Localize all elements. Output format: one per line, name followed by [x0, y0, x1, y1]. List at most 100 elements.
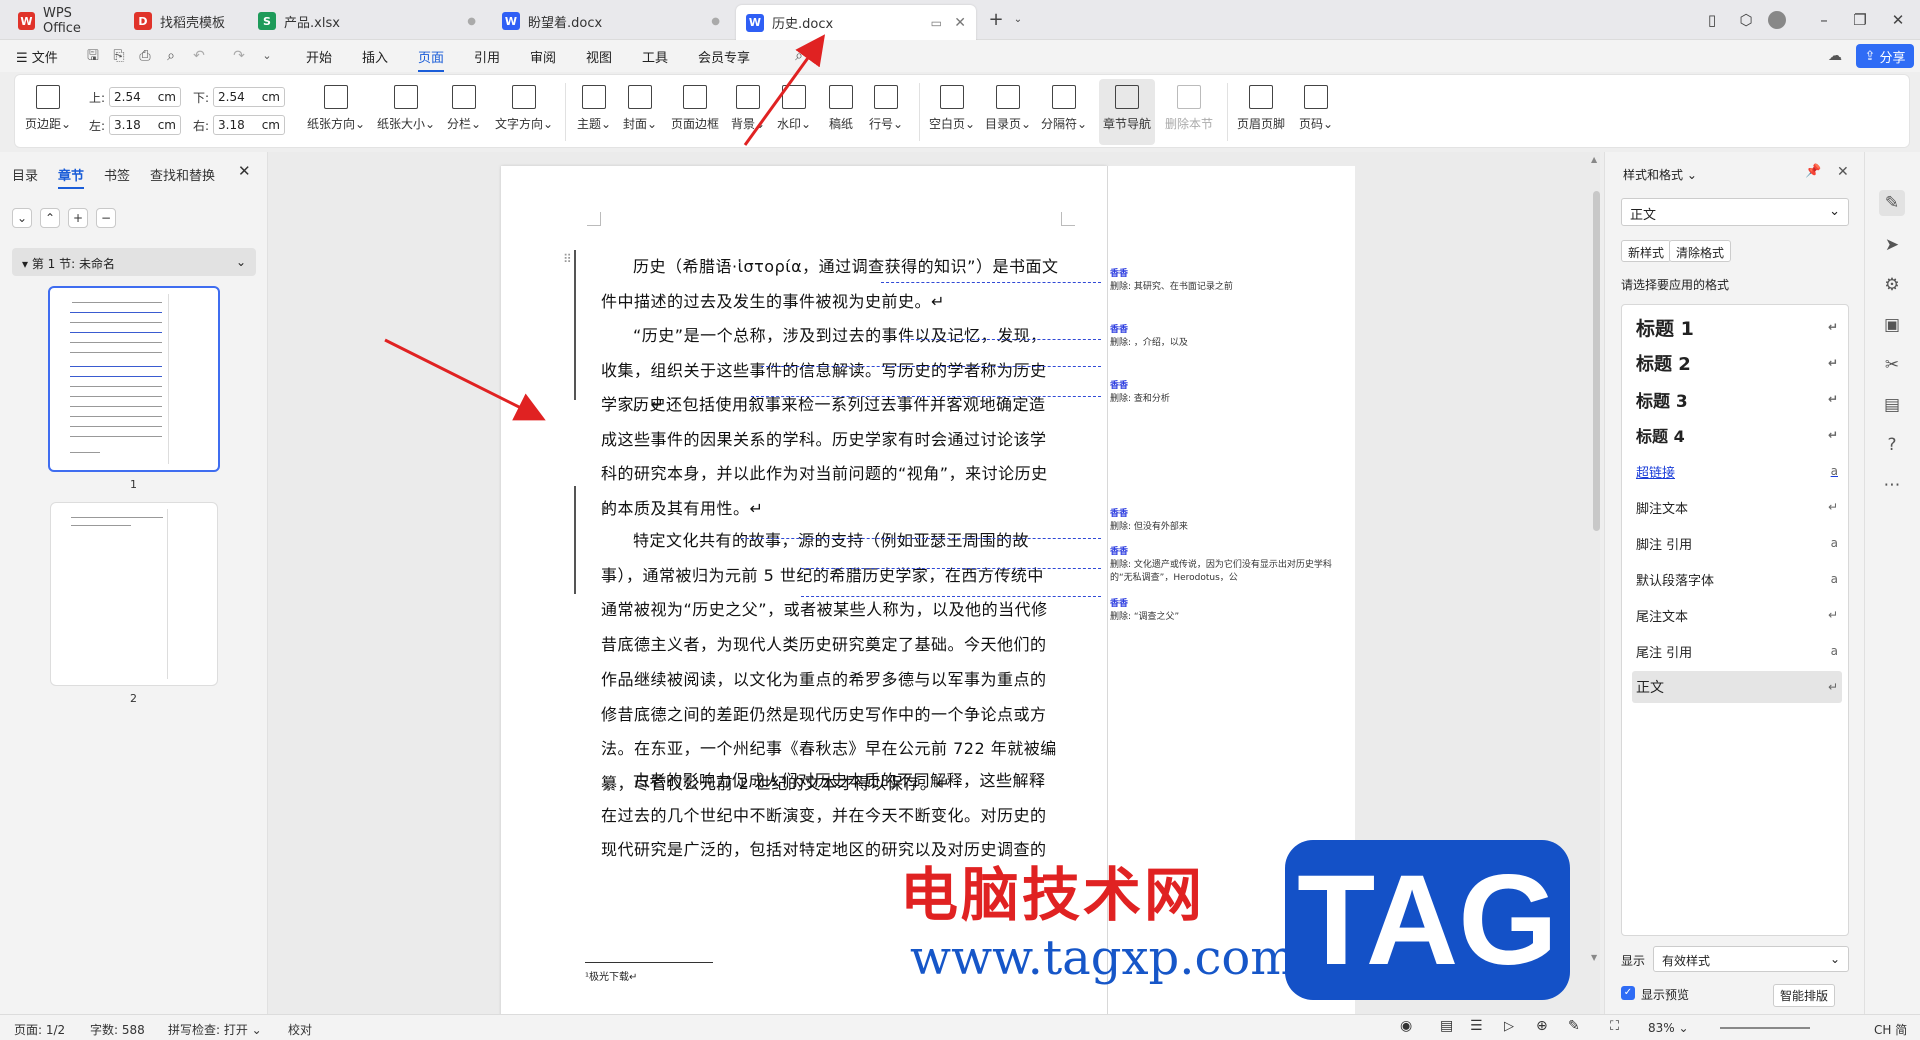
style-footnote-ref[interactable]: 脚注 引用 a [1632, 527, 1842, 559]
comment-balloon[interactable]: 香香 删除: 文化遗产或传说，因为它们没有显示出对历史学科的“无私调查”，Hero… [1110, 544, 1350, 583]
save-icon[interactable]: 🖫 [84, 47, 102, 65]
comment-balloon[interactable]: 香香 删除: 其研究、在书面记录之前 [1110, 266, 1350, 292]
tab-product-xlsx[interactable]: S 产品.xlsx ● [248, 5, 488, 37]
section-navigation-button[interactable]: 章节导航 [1099, 79, 1156, 145]
tab-wps-office[interactable]: W WPS Office [8, 5, 120, 37]
page-indicator[interactable]: 页面: 1/2 [14, 1021, 65, 1038]
print-preview-icon[interactable]: ⌕ [162, 47, 180, 65]
restore-icon[interactable]: ❐ [1850, 10, 1870, 30]
print-icon[interactable]: ⎙ [136, 47, 154, 65]
file-menu[interactable]: ☰ 文件 [16, 47, 58, 66]
menu-view[interactable]: 视图 [586, 47, 612, 66]
comment-balloon[interactable]: 香香 删除: “调查之父” [1110, 596, 1350, 622]
style-hyperlink[interactable]: 超链接 a [1632, 455, 1842, 487]
cloud-icon[interactable]: ☁ [1826, 47, 1844, 65]
minimize-icon[interactable]: – [1814, 10, 1834, 30]
zoom-level[interactable]: 83% ⌄ [1648, 1021, 1689, 1035]
move-up-button[interactable]: ⌃ [40, 208, 60, 228]
remove-section-button[interactable]: − [96, 208, 116, 228]
tab-panwangzhe-docx[interactable]: W 盼望着.docx ● [492, 5, 732, 37]
comment-balloon[interactable]: 香香 删除: 但没有外部来 [1110, 506, 1350, 532]
text-direction-button[interactable]: 文字方向⌄ [495, 85, 553, 132]
menu-start[interactable]: 开始 [306, 47, 332, 66]
section-item[interactable]: ▾ 第 1 节: 未命名 ⌄ [12, 248, 256, 276]
paragraph-1[interactable]: 历史（希腊语·ἱστορία，通过调查获得的知识”）是书面文件中描述的过去及发生… [601, 250, 1059, 319]
bottom-margin-input[interactable]: 2.54 cm [213, 87, 285, 107]
show-filter-select[interactable]: 有效样式 ⌄ [1653, 946, 1849, 972]
book-icon[interactable]: ▤ [1879, 392, 1905, 418]
tab-sections[interactable]: 章节 [58, 165, 85, 189]
image-icon[interactable]: ▣ [1879, 312, 1905, 338]
zoom-slider[interactable] [1720, 1027, 1810, 1029]
select-cursor-icon[interactable]: ➤ [1879, 232, 1905, 258]
style-endnote-ref[interactable]: 尾注 引用 a [1632, 635, 1842, 667]
background-button[interactable]: 背景⌄ [731, 85, 765, 132]
footnote-text[interactable]: ¹极光下载↵ [585, 968, 637, 983]
menu-reference[interactable]: 引用 [474, 47, 500, 66]
menu-member[interactable]: 会员专享 [698, 47, 750, 66]
menu-tools[interactable]: 工具 [642, 47, 668, 66]
cover-button[interactable]: 封面⌄ [623, 85, 657, 132]
new-tab-icon[interactable]: + [986, 10, 1006, 30]
style-endnote-text[interactable]: 尾注文本 ↵ [1632, 599, 1842, 631]
close-tab-icon[interactable]: ✕ [954, 15, 966, 31]
paragraph-5[interactable]: 特定文化共有的故事，源的支持（例如亚瑟王周围的故事），通常被归为元前 5 世纪的… [601, 524, 1059, 802]
share-button[interactable]: ⇪ 分享 [1856, 44, 1914, 68]
scroll-up-icon[interactable]: ▲ [1591, 155, 1597, 164]
style-heading-2[interactable]: 标题 2 ↵ [1632, 347, 1842, 379]
tab-docer[interactable]: D 找稻壳模板 [124, 5, 244, 37]
tab-find-replace[interactable]: 查找和替换 [150, 165, 215, 184]
close-window-icon[interactable]: ✕ [1888, 10, 1908, 30]
more-icon[interactable]: ⋯ [1879, 472, 1905, 498]
help-icon[interactable]: ? [1879, 432, 1905, 458]
paper-size-button[interactable]: 纸张大小⌄ [377, 85, 435, 132]
preview-checkbox[interactable]: ✓ [1621, 986, 1635, 1000]
undo-icon[interactable]: ↶ [190, 47, 208, 65]
spell-check[interactable]: 拼写检查: 打开 ⌄ [168, 1021, 262, 1038]
tab-list-chevron-icon[interactable]: ⌄ [1008, 10, 1028, 30]
style-body-text[interactable]: 正文 ↵ [1632, 671, 1842, 703]
smart-layout-button[interactable]: 智能排版 [1773, 984, 1836, 1007]
header-footer-button[interactable]: 页眉页脚 [1237, 85, 1285, 132]
move-down-button[interactable]: ⌄ [12, 208, 32, 228]
pen-icon[interactable]: ✎ [1568, 1018, 1580, 1034]
left-margin-input[interactable]: 3.18 cm [109, 115, 181, 135]
drag-handle-icon[interactable]: ⠿ [563, 252, 572, 266]
page-number-button[interactable]: 页码⌄ [1299, 85, 1333, 132]
add-section-button[interactable]: + [68, 208, 88, 228]
search-icon[interactable]: ⌕ [790, 47, 808, 65]
line-number-button[interactable]: 行号⌄ [869, 85, 903, 132]
redo-icon[interactable]: ↷ [230, 47, 248, 65]
more-chevron-icon[interactable]: ⌄ [258, 47, 276, 65]
tab-bookmarks[interactable]: 书签 [104, 165, 130, 184]
style-default-font[interactable]: 默认段落字体 a [1632, 563, 1842, 595]
margins-button[interactable]: 页边距⌄ [25, 85, 71, 132]
watermark-button[interactable]: 水印⌄ [777, 85, 811, 132]
top-margin-input[interactable]: 2.54 cm [109, 87, 181, 107]
vertical-scrollbar[interactable]: ▲ ▼ [1590, 155, 1604, 1010]
page-thumbnail-1[interactable] [48, 286, 220, 472]
menu-insert[interactable]: 插入 [362, 47, 388, 66]
panel-title[interactable]: 样式和格式 ⌄ [1623, 166, 1697, 183]
scrollbar-thumb[interactable] [1593, 191, 1600, 531]
avatar[interactable] [1768, 11, 1786, 29]
current-style-select[interactable]: 正文 ⌄ [1621, 198, 1849, 226]
columns-button[interactable]: 分栏⌄ [447, 85, 481, 132]
comment-balloon[interactable]: 香香 删除: 查和分析 [1110, 378, 1350, 404]
page-border-button[interactable]: 页面边框 [671, 85, 719, 132]
web-view-icon[interactable]: ⊕ [1536, 1018, 1548, 1034]
clear-format-button[interactable]: 清除格式 [1669, 240, 1732, 262]
word-count[interactable]: 字数: 588 [90, 1021, 145, 1038]
input-method[interactable]: CH 简 [1874, 1021, 1907, 1038]
style-brush-icon[interactable]: ✎ [1879, 190, 1905, 216]
fit-page-icon[interactable]: ⛶ [1610, 1019, 1619, 1034]
blank-page-button[interactable]: 空白页⌄ [929, 85, 975, 132]
page-view-icon[interactable]: ▤ [1440, 1018, 1453, 1034]
adjust-icon[interactable]: ⚙ [1879, 272, 1905, 298]
delete-section-button[interactable]: 删除本节 [1165, 85, 1213, 132]
close-pane-icon[interactable]: ✕ [238, 162, 251, 180]
right-margin-input[interactable]: 3.18 cm [213, 115, 285, 135]
eye-icon[interactable]: ◉ [1400, 1018, 1412, 1034]
style-footnote-text[interactable]: 脚注文本 ↵ [1632, 491, 1842, 523]
outline-view-icon[interactable]: ☰ [1470, 1018, 1483, 1034]
